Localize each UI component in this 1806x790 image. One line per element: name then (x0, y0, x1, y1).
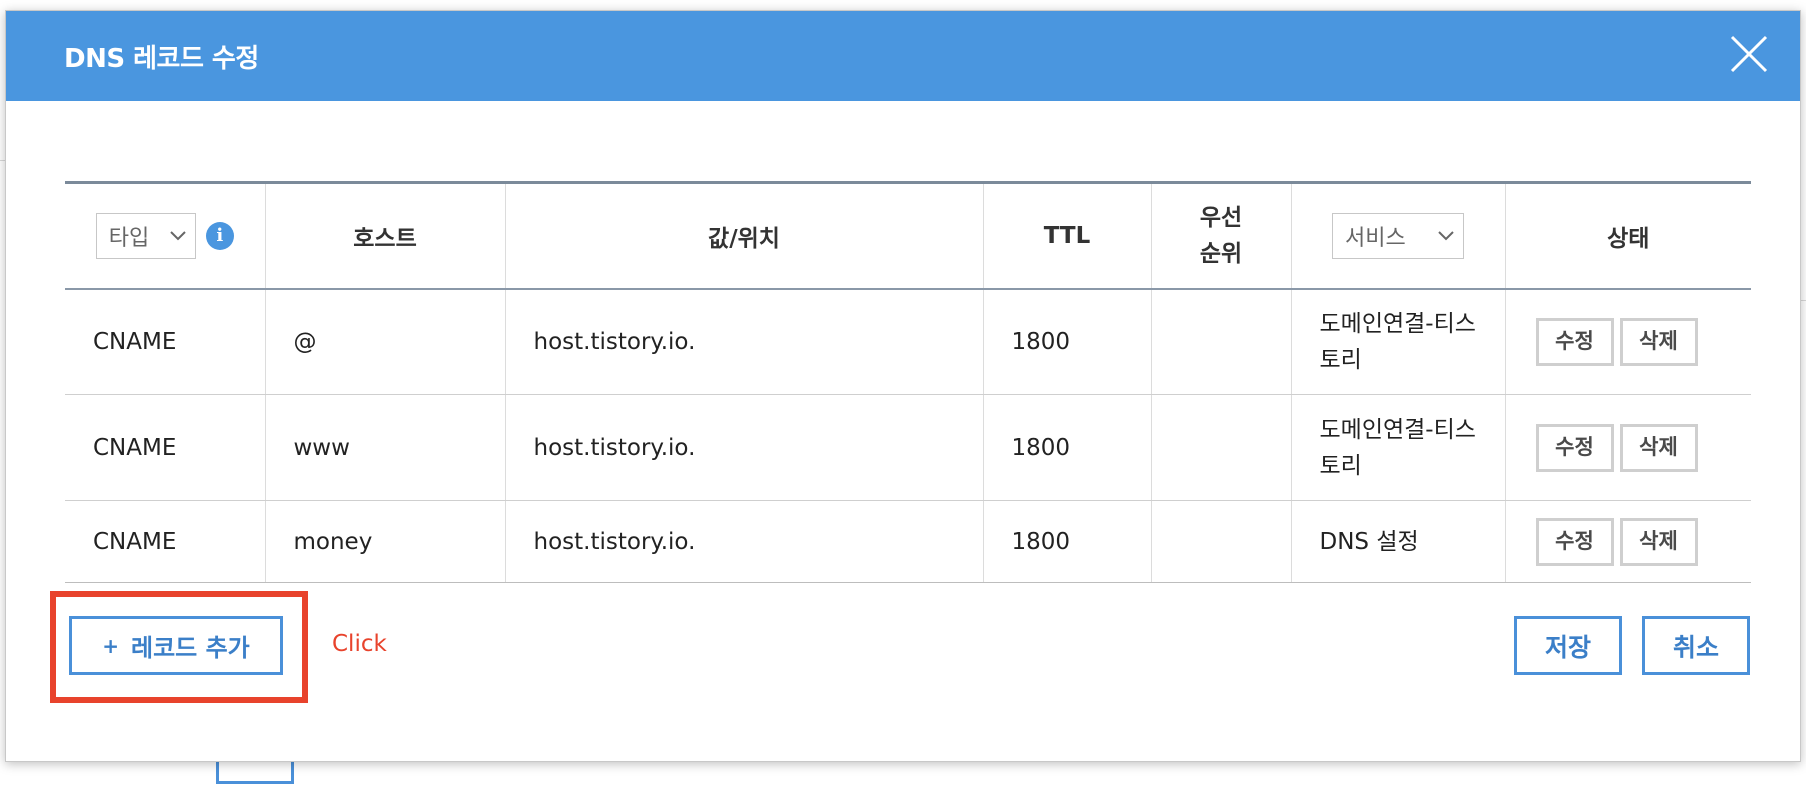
cell-priority (1150, 394, 1291, 501)
cell-ttl: 1800 (982, 394, 1151, 501)
cell-host: money (264, 500, 505, 583)
close-icon (1730, 35, 1768, 73)
type-select-label: 타입 (108, 225, 150, 251)
cell-ttl: 1800 (982, 500, 1151, 583)
cell-type: CNAME (65, 500, 265, 583)
cell-type: CNAME (65, 288, 265, 395)
cell-value: host.tistory.io. (504, 288, 983, 395)
service-filter-select[interactable]: 서비스 (1332, 212, 1464, 259)
close-button[interactable] (1726, 31, 1772, 77)
table-row: CNAME www host.tistory.io. 1800 도메인연결-티스… (65, 394, 1751, 501)
priority-label-line2: 순위 (1199, 240, 1243, 267)
priority-label-line1: 우선 (1199, 204, 1243, 231)
save-button[interactable]: 저장 (1514, 616, 1622, 675)
header-value: 값/위치 (504, 182, 983, 290)
cell-type: CNAME (65, 394, 265, 501)
header-priority: 우선 순위 (1150, 182, 1291, 290)
header-ttl: TTL (982, 182, 1151, 290)
chevron-down-icon (170, 231, 186, 241)
cell-ttl: 1800 (982, 288, 1151, 395)
cell-host: www (264, 394, 505, 501)
cell-priority (1150, 288, 1291, 395)
cell-host: @ (264, 288, 505, 395)
cell-value: host.tistory.io. (504, 394, 983, 501)
delete-button[interactable]: 삭제 (1619, 423, 1698, 472)
cell-service: DNS 설정 (1290, 500, 1505, 583)
cell-service: 도메인연결-티스토리 (1290, 394, 1505, 501)
edit-button[interactable]: 수정 (1535, 517, 1614, 566)
plus-icon: + (102, 633, 119, 658)
dns-record-edit-modal: DNS 레코드 수정 타입 i 호스트 값/위치 TTL 우선 순위 서비스 상… (5, 10, 1801, 762)
modal-header: DNS 레코드 수정 (6, 11, 1800, 101)
table-row: CNAME money host.tistory.io. 1800 DNS 설정… (65, 500, 1751, 583)
info-icon[interactable]: i (205, 221, 234, 250)
chevron-down-icon (1438, 231, 1454, 241)
edit-button[interactable]: 수정 (1535, 423, 1614, 472)
table-header-row: 타입 i 호스트 값/위치 TTL 우선 순위 서비스 상태 (65, 182, 1751, 290)
dns-record-table: 타입 i 호스트 값/위치 TTL 우선 순위 서비스 상태 CNAME @ h… (65, 181, 1751, 583)
delete-button[interactable]: 삭제 (1619, 517, 1698, 566)
cell-status: 수정 삭제 (1504, 500, 1751, 583)
cell-status: 수정 삭제 (1504, 288, 1751, 395)
delete-button[interactable]: 삭제 (1619, 317, 1698, 366)
click-annotation: Click (332, 631, 387, 657)
header-type: 타입 i (65, 182, 265, 290)
cell-status: 수정 삭제 (1504, 394, 1751, 501)
header-status: 상태 (1504, 182, 1751, 290)
type-filter-select[interactable]: 타입 (95, 212, 196, 259)
service-select-label: 서비스 (1345, 225, 1406, 251)
table-row: CNAME @ host.tistory.io. 1800 도메인연결-티스토리… (65, 288, 1751, 395)
cell-priority (1150, 500, 1291, 583)
cell-value: host.tistory.io. (504, 500, 983, 583)
bg-button (216, 762, 294, 784)
edit-button[interactable]: 수정 (1535, 317, 1614, 366)
cancel-button[interactable]: 취소 (1642, 616, 1750, 675)
modal-title: DNS 레코드 수정 (64, 44, 259, 74)
header-host: 호스트 (264, 182, 505, 290)
add-record-label: 레코드 추가 (131, 634, 250, 662)
header-service: 서비스 (1290, 182, 1505, 290)
add-record-button[interactable]: + 레코드 추가 (69, 616, 283, 675)
cell-service: 도메인연결-티스토리 (1290, 288, 1505, 395)
